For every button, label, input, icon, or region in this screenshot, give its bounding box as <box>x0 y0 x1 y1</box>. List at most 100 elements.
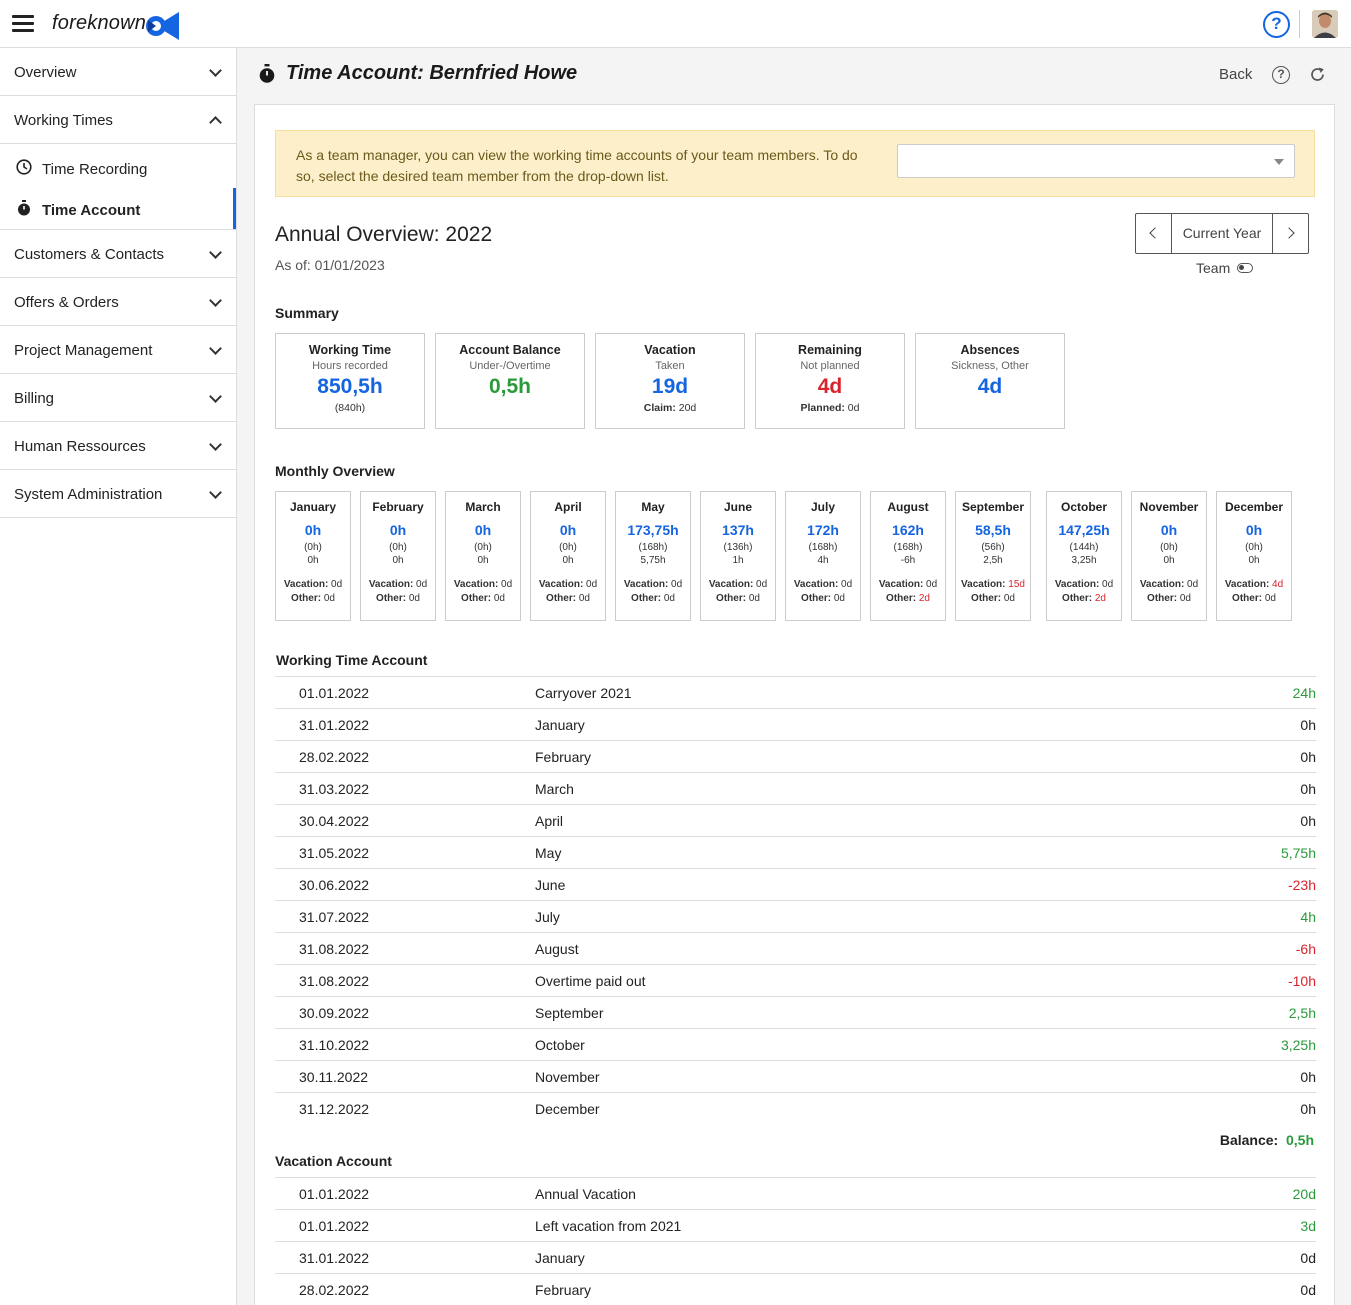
year-navigator: Current Year <box>1135 213 1309 254</box>
row-label: October <box>535 1037 585 1053</box>
row-label: June <box>535 877 566 893</box>
row-date: 31.08.2022 <box>299 941 370 957</box>
row-date: 31.05.2022 <box>299 845 370 861</box>
month-hours: 58,5h <box>975 522 1011 538</box>
month-planned: (0h) <box>389 542 407 553</box>
next-year-button[interactable] <box>1272 214 1308 253</box>
help-icon[interactable]: ? <box>1272 66 1290 84</box>
month-difference: 5,75h <box>640 555 666 566</box>
row-value: 0h <box>1300 1069 1316 1085</box>
row-label: January <box>535 1250 585 1266</box>
month-card: September 58,5h (56h) 2,5h Vacation: 15d Othe… <box>955 491 1031 621</box>
month-hours: 0h <box>1160 522 1178 538</box>
month-vacation: Vacation: 0d <box>793 579 853 590</box>
summary-card-subtitle: Under-/Overtime <box>469 360 551 372</box>
table-row: 30.11.2022 November 0h <box>275 1060 1316 1092</box>
summary-card-value: 4d <box>977 375 1003 398</box>
stopwatch-icon <box>18 200 30 216</box>
row-value: 3d <box>1300 1218 1316 1234</box>
row-label: March <box>535 781 574 797</box>
month-card: May 173,75h (168h) 5,75h Vacation: 0d Other: … <box>615 491 691 621</box>
refresh-icon[interactable] <box>1309 66 1326 83</box>
previous-year-button[interactable] <box>1136 214 1172 253</box>
sidebar: Overview Working Times Time Recording Ti… <box>0 48 237 1305</box>
month-hours: 172h <box>807 522 839 538</box>
month-planned: (0h) <box>1160 542 1178 553</box>
top-divider <box>1299 10 1300 38</box>
month-name: May <box>641 500 665 514</box>
table-row: 28.02.2022 February 0h <box>275 740 1316 772</box>
sidebar-item-time-account[interactable]: Time Account <box>0 188 236 229</box>
table-row: 31.01.2022 January 0d <box>275 1241 1316 1273</box>
month-other: Other: 0d <box>801 593 845 604</box>
month-other: Other: 0d <box>1232 593 1276 604</box>
team-member-select[interactable] <box>897 144 1295 178</box>
as-of-date: As of: 01/01/2023 <box>275 257 385 273</box>
month-other: Other: 0d <box>716 593 760 604</box>
row-date: 31.01.2022 <box>299 1250 370 1266</box>
page-title: Time Account: Bernfried Howe <box>286 62 578 84</box>
month-hours: 0h <box>304 522 322 538</box>
summary-card-value: 19d <box>651 375 689 398</box>
row-label: January <box>535 717 585 733</box>
row-label: August <box>535 941 579 957</box>
summary-heading: Summary <box>275 305 339 321</box>
summary-card-title: Account Balance <box>459 343 561 357</box>
summary-card-subtitle: Sickness, Other <box>951 360 1029 372</box>
table-row: 31.07.2022 July 4h <box>275 900 1316 932</box>
month-planned: (168h) <box>893 542 923 553</box>
month-other: Other: 0d <box>291 593 335 604</box>
month-hours: 0h <box>474 522 492 538</box>
sidebar-item-customers-contacts[interactable]: Customers & Contacts <box>0 230 236 278</box>
summary-card: Remaining Not planned 4d Planned: 0d <box>755 333 905 429</box>
summary-card-title: Vacation <box>644 343 696 357</box>
month-vacation: Vacation: 0d <box>368 579 428 590</box>
balance-label: Balance: <box>1219 1132 1279 1148</box>
table-row: 01.01.2022 Annual Vacation 20d <box>275 1177 1316 1209</box>
month-hours: 147,25h <box>1058 522 1110 538</box>
month-card: June 137h (136h) 1h Vacation: 0d Other: 0d <box>700 491 776 621</box>
month-name: January <box>289 500 337 514</box>
sidebar-item-billing[interactable]: Billing <box>0 374 236 422</box>
stopwatch-icon <box>259 64 275 83</box>
sidebar-item-human-ressources[interactable]: Human Ressources <box>0 422 236 470</box>
working-times-submenu: Time Recording Time Account <box>0 144 236 230</box>
month-other: Other: 0d <box>461 593 505 604</box>
current-year-button[interactable]: Current Year <box>1173 225 1271 241</box>
sidebar-item-system-administration[interactable]: System Administration <box>0 470 236 518</box>
month-planned: (136h) <box>723 542 753 553</box>
table-row: 31.08.2022 Overtime paid out -10h <box>275 964 1316 996</box>
row-date: 31.01.2022 <box>299 717 370 733</box>
logo-icon <box>146 12 179 40</box>
sidebar-item-overview[interactable]: Overview <box>0 48 236 96</box>
menu-icon[interactable] <box>12 15 34 33</box>
sidebar-item-offers-orders[interactable]: Offers & Orders <box>0 278 236 326</box>
month-hours: 0h <box>559 522 577 538</box>
help-icon[interactable]: ? <box>1263 11 1290 38</box>
table-row: 31.05.2022 May 5,75h <box>275 836 1316 868</box>
month-name: August <box>887 500 929 514</box>
month-hours: 0h <box>1245 522 1263 538</box>
avatar[interactable] <box>1312 10 1338 38</box>
month-hours: 162h <box>892 522 924 538</box>
row-value: 0h <box>1300 781 1316 797</box>
row-date: 30.11.2022 <box>299 1069 369 1085</box>
row-date: 31.07.2022 <box>299 909 370 925</box>
month-planned: (0h) <box>304 542 322 553</box>
sidebar-item-project-management[interactable]: Project Management <box>0 326 236 374</box>
row-label: May <box>535 845 562 861</box>
back-button[interactable]: Back <box>1219 66 1252 83</box>
month-planned: (0h) <box>559 542 577 553</box>
team-toggle[interactable] <box>1237 263 1253 273</box>
caret-down-icon <box>1274 159 1284 165</box>
table-row: 31.10.2022 October 3,25h <box>275 1028 1316 1060</box>
sidebar-item-time-recording[interactable]: Time Recording <box>0 147 236 188</box>
working-time-account-table: 01.01.2022 Carryover 2021 24h 31.01.2022 Jan… <box>275 676 1316 1124</box>
month-other: Other: 0d <box>376 593 420 604</box>
month-name: July <box>810 500 835 514</box>
row-date: 30.06.2022 <box>299 877 370 893</box>
sidebar-item-working-times[interactable]: Working Times <box>0 96 236 144</box>
row-label: Carryover 2021 <box>535 685 632 701</box>
summary-card-value: 850,5h <box>317 375 383 398</box>
month-hours: 137h <box>722 522 754 538</box>
